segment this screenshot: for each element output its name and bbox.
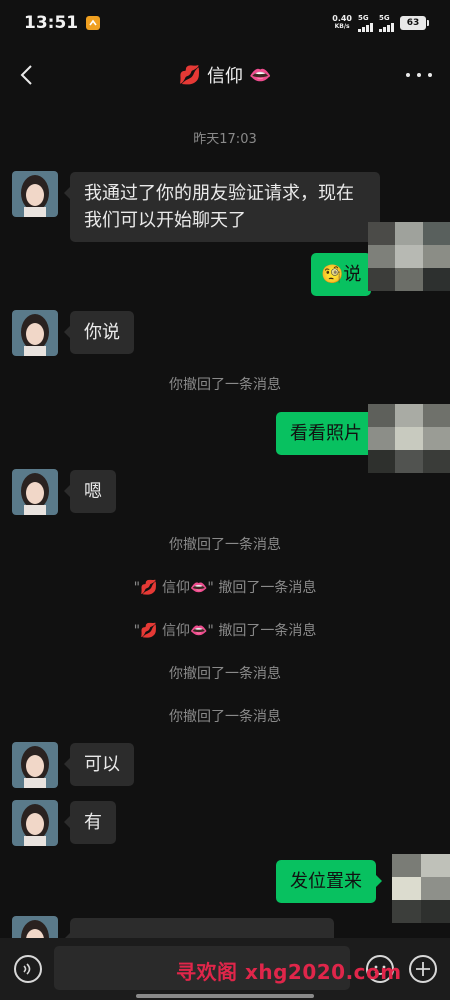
contact-avatar[interactable]	[12, 742, 58, 788]
message-bubble-in[interactable]: 有	[64, 801, 116, 844]
status-bar: 13:51 0.40 KB/s 5G 5G 63	[0, 0, 450, 46]
title-emoji-left: 💋	[178, 64, 201, 86]
recall-notice: 你撤回了一条消息	[169, 666, 281, 682]
more-button[interactable]	[406, 66, 432, 84]
message-bubble-in[interactable]: 你说	[64, 311, 134, 354]
network-speed-unit: KB/s	[334, 23, 350, 30]
plus-icon	[416, 962, 430, 976]
message-bubble-in[interactable]: 嗯	[64, 470, 116, 513]
app-notification-icon	[86, 16, 101, 30]
recall-notice: 你撤回了一条消息	[169, 537, 281, 553]
pixelated-avatar-self[interactable]	[392, 854, 450, 923]
message-text: 说	[343, 264, 362, 285]
recall-notice: 你撤回了一条消息	[169, 377, 281, 393]
voice-icon	[23, 963, 31, 975]
chat-timestamp: 昨天17:03	[193, 132, 257, 147]
chat-title: 💋 信仰 👄	[0, 62, 450, 88]
monocle-emoji: 🧐	[321, 264, 344, 285]
voice-button[interactable]	[14, 955, 42, 983]
status-time: 13:51	[24, 13, 79, 33]
plus-button[interactable]	[409, 955, 437, 983]
signal-1-label: 5G	[358, 14, 369, 22]
pixelated-avatar-self[interactable]	[368, 404, 450, 473]
network-speed: 0.40 KB/s	[332, 15, 352, 31]
network-speed-value: 0.40	[332, 14, 352, 23]
recall-notice: "💋 信仰👄" 撤回了一条消息	[133, 580, 317, 596]
watermark-text: 寻欢阁 xhg2020.com	[176, 960, 402, 984]
signal-2-label: 5G	[379, 14, 390, 22]
chat-header: 💋 信仰 👄	[0, 50, 450, 100]
signal-bars-icon	[358, 22, 373, 32]
signal-1: 5G	[358, 14, 373, 32]
message-bubble-out[interactable]: 看看照片	[276, 412, 382, 455]
recall-notice: 你撤回了一条消息	[169, 709, 281, 725]
contact-avatar[interactable]	[12, 469, 58, 515]
title-emoji-right: 👄	[249, 64, 272, 86]
home-indicator[interactable]	[136, 994, 314, 998]
recall-notice: "💋 信仰👄" 撤回了一条消息	[133, 623, 317, 639]
battery-icon: 63	[400, 16, 429, 30]
signal-2: 5G	[379, 14, 394, 32]
contact-avatar[interactable]	[12, 310, 58, 356]
message-bubble-out[interactable]: 🧐说	[311, 253, 378, 296]
status-indicators: 0.40 KB/s 5G 5G 63	[332, 14, 429, 32]
message-bubble-in[interactable]: 可以	[64, 743, 134, 786]
contact-avatar[interactable]	[12, 171, 58, 217]
pixelated-avatar-self[interactable]	[368, 222, 450, 291]
more-dots-icon	[406, 73, 410, 77]
message-bubble-out[interactable]: 发位置来	[276, 860, 382, 903]
contact-name: 信仰	[207, 66, 243, 87]
contact-avatar[interactable]	[12, 800, 58, 846]
message-bubble-in[interactable]: 我通过了你的朋友验证请求，现在我们可以开始聊天了	[64, 172, 380, 242]
signal-bars-icon	[379, 22, 394, 32]
